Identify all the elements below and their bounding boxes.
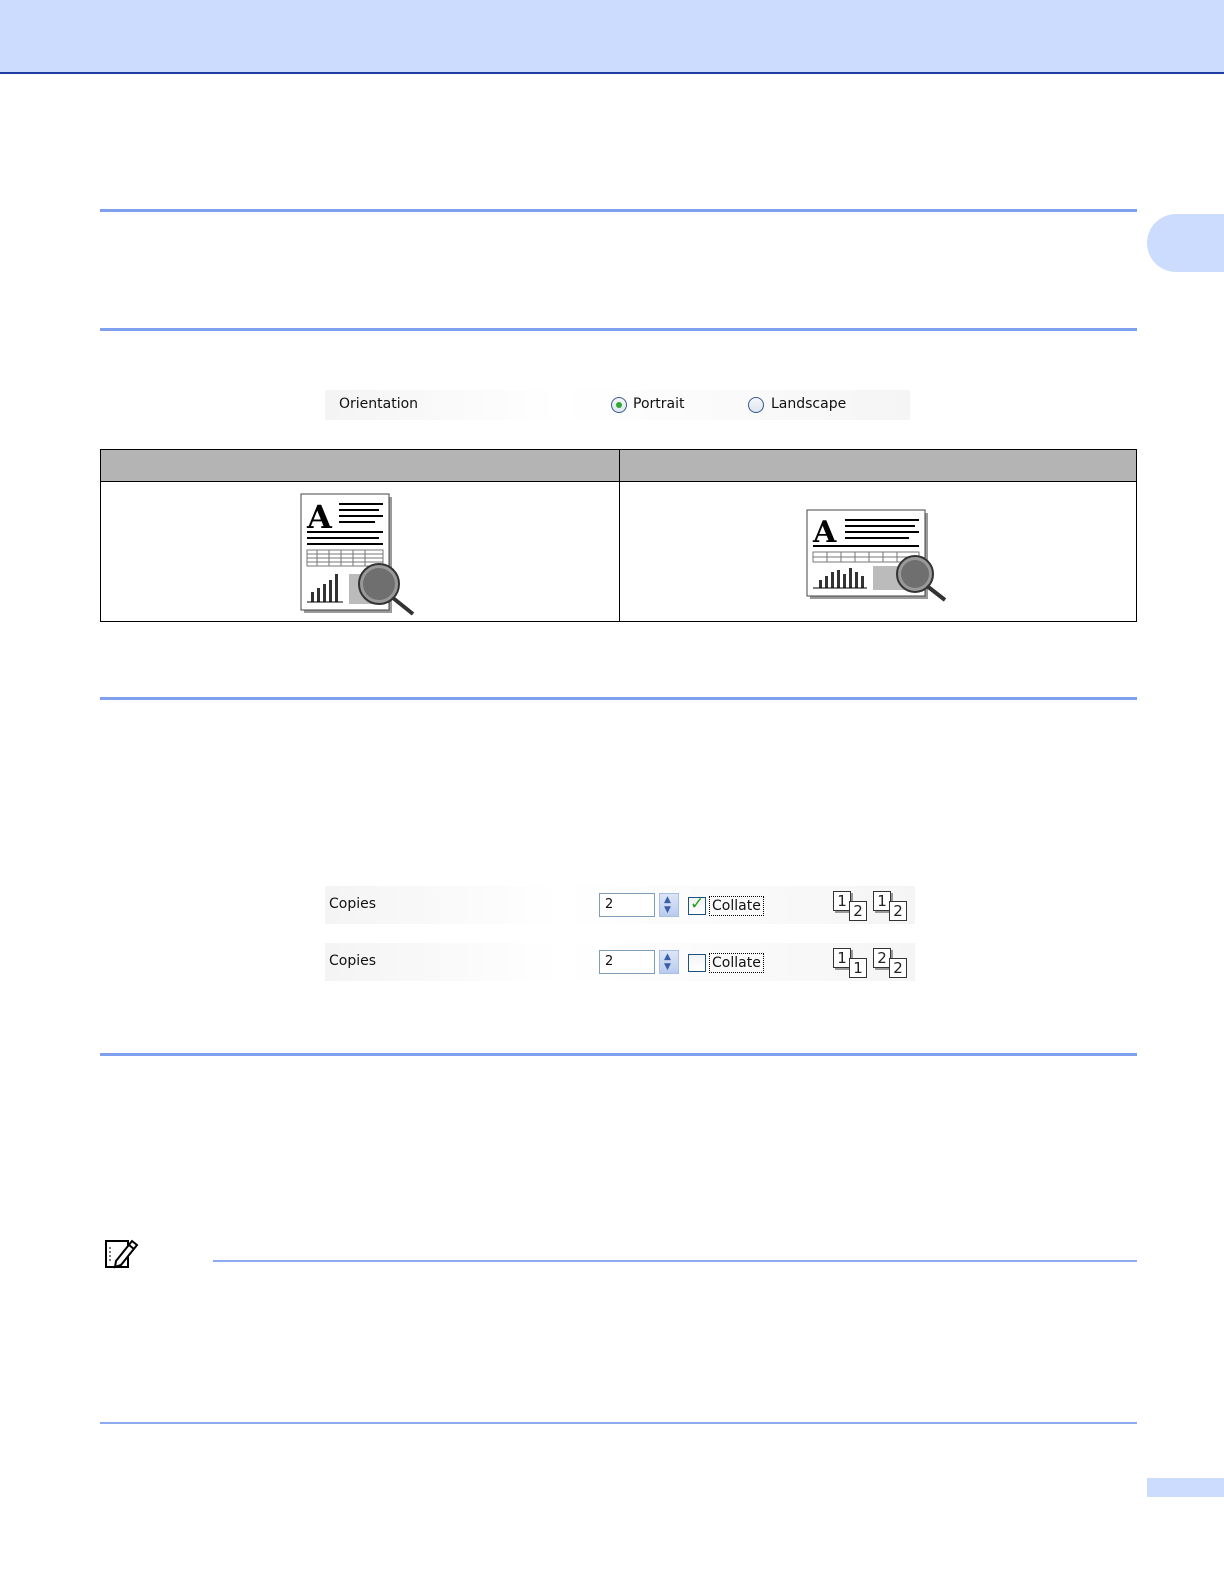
section-rule [100, 1053, 1137, 1056]
landscape-label[interactable]: Landscape [771, 396, 846, 412]
note-pencil-icon [105, 1239, 139, 1269]
svg-text:A: A [812, 515, 837, 550]
note-end-rule [100, 1422, 1137, 1424]
page-number-tab [1147, 1478, 1224, 1497]
note-rule [213, 1260, 1137, 1262]
collate-checkbox[interactable]: ✓ [688, 894, 706, 915]
page-icon: 2 [849, 901, 867, 921]
column-divider [619, 450, 620, 621]
section-rule [100, 697, 1137, 700]
copies-uncollated-strip: Copies 2 ▲ ▼ Collate 1 1 2 2 [325, 943, 915, 981]
portrait-label[interactable]: Portrait [633, 396, 684, 412]
collate-label[interactable]: Collate [709, 953, 764, 973]
orientation-label: Orientation [339, 396, 419, 412]
portrait-page-icon: A [300, 493, 415, 616]
copies-label: Copies [329, 896, 377, 912]
copies-spinner[interactable]: ▲ ▼ [659, 950, 679, 974]
page-icon: 2 [889, 958, 907, 978]
orientation-strip: Orientation Portrait Landscape [325, 390, 910, 420]
copies-label: Copies [329, 953, 377, 969]
copies-collated-strip: Copies 2 ▲ ▼ ✓ Collate 1 2 1 2 [325, 886, 915, 924]
section-rule [100, 209, 1137, 212]
landscape-page-icon: A [806, 509, 947, 602]
page-icon: 1 [849, 958, 867, 978]
collate-label[interactable]: Collate [709, 896, 764, 916]
page-icon: 2 [889, 901, 907, 921]
landscape-radio[interactable] [748, 397, 764, 413]
copies-spinner[interactable]: ▲ ▼ [659, 893, 679, 917]
copies-input[interactable]: 2 [599, 950, 655, 974]
section-rule [100, 328, 1137, 331]
header-band [0, 0, 1224, 74]
check-mark-icon: ✓ [690, 894, 705, 914]
portrait-radio[interactable] [611, 397, 627, 413]
collate-checkbox[interactable] [688, 954, 706, 972]
orientation-table: A A [100, 449, 1137, 622]
chapter-tab [1147, 214, 1224, 272]
svg-text:A: A [306, 498, 333, 536]
copies-input[interactable]: 2 [599, 893, 655, 917]
